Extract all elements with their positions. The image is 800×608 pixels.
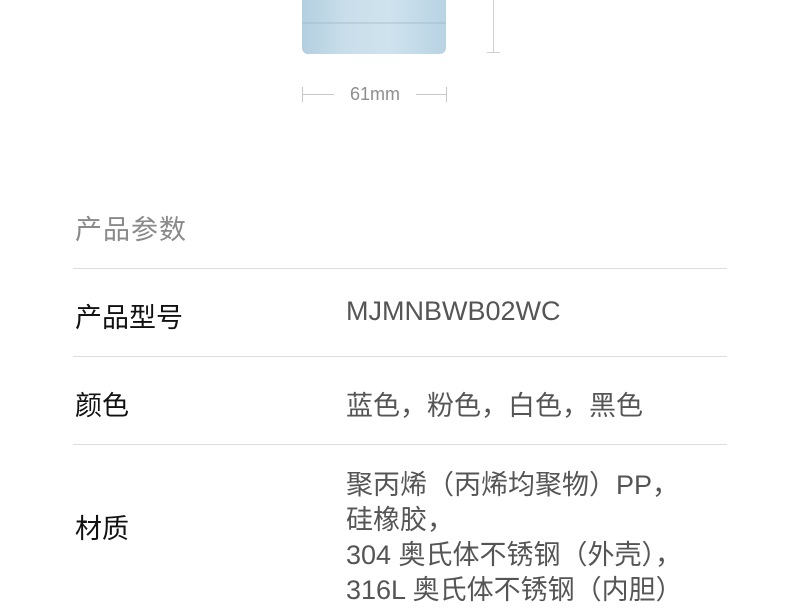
material-line: 聚丙烯（丙烯均聚物）PP， bbox=[346, 470, 680, 500]
divider bbox=[73, 268, 727, 269]
material-line: 硅橡胶， bbox=[346, 505, 454, 535]
width-dimension-tick-right bbox=[446, 87, 447, 102]
material-line: 304 奥氏体不锈钢（外壳）， bbox=[346, 540, 683, 570]
specs-section-title: 产品参数 bbox=[75, 215, 187, 246]
divider bbox=[73, 356, 727, 357]
spec-value-material: 聚丙烯（丙烯均聚物）PP， 硅橡胶， 304 奥氏体不锈钢（外壳）， 316L … bbox=[346, 468, 683, 608]
divider bbox=[73, 444, 727, 445]
material-line: 316L 奥氏体不锈钢（内胆） bbox=[346, 575, 683, 605]
spec-value-model: MJMNBWB02WC bbox=[346, 296, 561, 326]
spec-value-color: 蓝色，粉色，白色，黑色 bbox=[346, 391, 643, 421]
bottle-image bbox=[302, 0, 446, 54]
width-dimension-line-left bbox=[302, 94, 334, 95]
width-dimension-line-right bbox=[416, 94, 446, 95]
spec-label-material: 材质 bbox=[75, 514, 129, 545]
spec-label-model: 产品型号 bbox=[75, 303, 183, 334]
height-dimension-tick bbox=[487, 52, 500, 53]
width-dimension-label: 61mm bbox=[349, 84, 400, 104]
height-dimension-line bbox=[493, 0, 494, 52]
spec-label-color: 颜色 bbox=[75, 391, 129, 422]
product-dimension-figure: 61mm bbox=[0, 0, 800, 120]
